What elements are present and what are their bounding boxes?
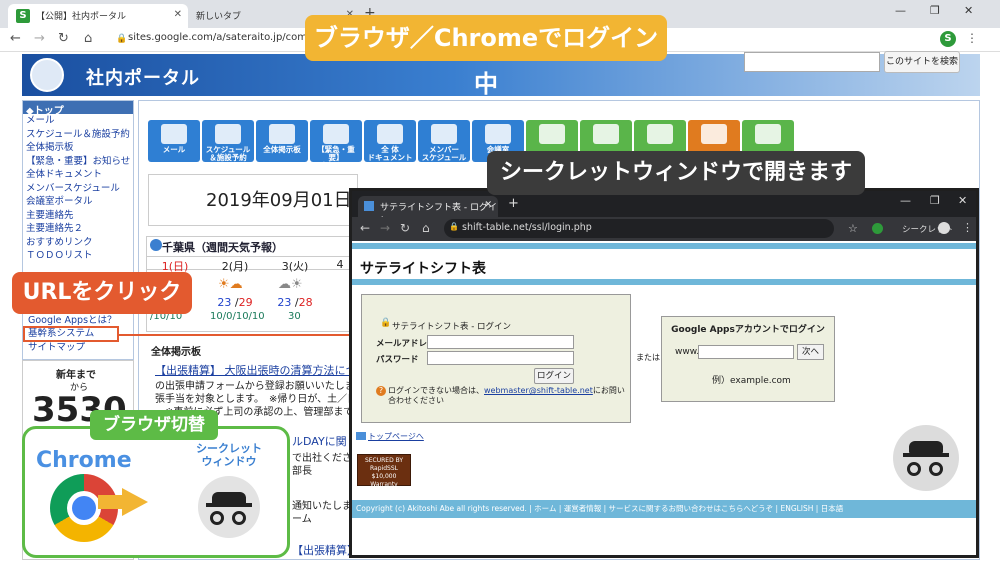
- help-icon: ?: [376, 386, 386, 396]
- lock-icon: 🔒: [380, 318, 392, 328]
- incognito-profile-icon[interactable]: [938, 222, 950, 234]
- webmaster-email-link[interactable]: webmaster@shift-table.net: [484, 386, 593, 395]
- login-box-title: サテライトシフト表 - ログイン: [392, 322, 511, 332]
- bulletin-post-link[interactable]: ルDAYに関し: [292, 433, 350, 449]
- sidebar-item-bulletin[interactable]: 全体掲示板: [23, 141, 133, 155]
- site-search-input[interactable]: [744, 52, 880, 72]
- email-field[interactable]: [427, 335, 574, 349]
- minimize-icon[interactable]: —: [900, 194, 911, 207]
- browser-switch-label: ブラウザ切替: [90, 410, 218, 440]
- incognito-label: シークレット ウィンドウ: [196, 442, 262, 468]
- documents-button[interactable]: 全 体 ドキュメント: [364, 120, 416, 162]
- tab-portal[interactable]: S 【公開】社内ポータル ✕: [8, 4, 188, 28]
- extension-icon[interactable]: [872, 223, 883, 234]
- countdown-title: 新年まで: [56, 370, 96, 381]
- home-icon[interactable]: ⌂: [422, 221, 430, 235]
- sidebar-item-meeting-room[interactable]: 会議室ポータル: [23, 195, 133, 209]
- tab-new-label: 新しいタブ: [196, 12, 242, 22]
- forward-icon[interactable]: →: [34, 31, 45, 46]
- menu-icon[interactable]: ⋮: [962, 221, 973, 234]
- password-field[interactable]: [427, 351, 574, 365]
- header-stripe: [352, 243, 976, 249]
- login-button[interactable]: ログイン: [534, 368, 574, 384]
- new-tab-icon[interactable]: +: [508, 196, 519, 211]
- close-tab-icon[interactable]: ✕: [484, 200, 492, 210]
- top-page-link[interactable]: トップページへ: [368, 431, 424, 442]
- highlight-box: [23, 326, 119, 342]
- close-window-icon[interactable]: ✕: [964, 4, 973, 17]
- sidebar-item-mail[interactable]: メール: [23, 114, 133, 128]
- reload-icon[interactable]: ↻: [58, 31, 69, 46]
- callout-logged-in: ブラウザ／Chromeでログイン中: [305, 15, 667, 98]
- home-icon[interactable]: ⌂: [84, 31, 92, 46]
- header-stripe: [352, 279, 976, 285]
- incognito-url-field[interactable]: 🔒 shift-table.net/ssl/login.php: [444, 219, 834, 238]
- or-text: または: [636, 353, 660, 362]
- tab-portal-label: 【公開】社内ポータル: [36, 12, 127, 22]
- incognito-icon: [893, 425, 959, 491]
- site-favicon: S: [16, 9, 30, 23]
- minimize-icon[interactable]: —: [895, 4, 906, 17]
- domain-example: 例）example.com: [712, 376, 791, 386]
- bulletin-text: ーム: [292, 514, 312, 525]
- mail-button[interactable]: メール: [148, 120, 200, 162]
- sidebar-header[interactable]: ◆トップ: [23, 101, 133, 117]
- chrome-label: Chrome: [36, 448, 132, 473]
- site-search-button[interactable]: このサイトを検索: [884, 51, 960, 73]
- forward-icon[interactable]: →: [380, 221, 390, 235]
- portal-logo-icon: [30, 58, 64, 92]
- password-label: パスワード: [376, 355, 419, 365]
- callout-opens-incognito: シークレットウィンドウで開きます: [487, 151, 865, 195]
- page-favicon: [364, 201, 374, 211]
- bulletin-title: 全体掲示板: [151, 347, 201, 358]
- maximize-icon[interactable]: ❐: [930, 194, 940, 207]
- switch-arrow-shaft: [98, 495, 124, 509]
- close-tab-icon[interactable]: ✕: [174, 9, 182, 20]
- bulletin-post-link[interactable]: 【出張精算】 大阪出張時の清算方法につい: [292, 542, 350, 558]
- lock-icon: 🔒: [116, 34, 128, 44]
- member-schedule-button[interactable]: メンバー スケジュール: [418, 120, 470, 162]
- current-date: 2019年09月01日: [206, 190, 352, 211]
- callout-click-url: URLをクリック: [12, 272, 192, 314]
- next-button[interactable]: 次へ: [797, 344, 824, 360]
- profile-avatar[interactable]: S: [940, 31, 956, 47]
- sidebar-item-sitemap[interactable]: サイトマップ: [25, 341, 85, 355]
- reload-icon[interactable]: ↻: [400, 221, 410, 235]
- login-help-text: ログインできない場合は、webmaster@shift-table.netにお問…: [388, 386, 625, 405]
- portal-title: 社内ポータル: [86, 68, 200, 89]
- bulletin-button[interactable]: 全体掲示板: [256, 120, 308, 162]
- schedule-button[interactable]: スケジュール ＆施設予約: [202, 120, 254, 162]
- close-window-icon[interactable]: ✕: [958, 194, 967, 207]
- menu-icon[interactable]: ⋮: [966, 31, 978, 45]
- lock-icon: 🔒: [449, 222, 459, 231]
- sidebar-item-member-schedule[interactable]: メンバースケジュール: [23, 182, 133, 196]
- arrow-right-icon: [122, 488, 148, 516]
- sidebar-item-contacts[interactable]: 主要連絡先: [23, 209, 133, 223]
- sidebar-item-contacts2[interactable]: 主要連絡先２: [23, 222, 133, 236]
- sidebar-item-urgent[interactable]: 【緊急・重要】お知らせ: [23, 155, 133, 169]
- google-apps-title: Google Appsアカウントでログイン: [671, 325, 825, 335]
- bulletin-post-link[interactable]: 【出張精算】 大阪出張時の清算方法につい: [155, 362, 350, 378]
- rapidssl-badge[interactable]: SECURED BY RapidSSL $10,000 Warranty: [357, 454, 411, 488]
- domain-prefix: www.: [675, 347, 700, 357]
- back-icon[interactable]: ←: [360, 221, 370, 235]
- home-link-icon: [356, 432, 366, 440]
- bookmark-star-icon[interactable]: ☆: [848, 222, 858, 235]
- sidebar-item-schedule[interactable]: スケジュール＆施設予約: [23, 128, 133, 142]
- back-icon[interactable]: ←: [10, 31, 21, 46]
- incognito-logo-icon: [198, 476, 260, 538]
- sidebar-item-documents[interactable]: 全体ドキュメント: [23, 168, 133, 182]
- maximize-icon[interactable]: ❐: [930, 4, 940, 17]
- urgent-button[interactable]: 【緊急・重要】 お知らせ: [310, 120, 362, 170]
- domain-field[interactable]: [698, 345, 794, 359]
- incognito-tab[interactable]: サテライトシフト表 - ログイン ✕: [358, 196, 498, 226]
- page-footer: Copyright (c) Akitoshi Abe all rights re…: [352, 500, 976, 518]
- bulletin-text: 部長: [292, 466, 312, 477]
- page-title: サテライトシフト表: [360, 261, 486, 277]
